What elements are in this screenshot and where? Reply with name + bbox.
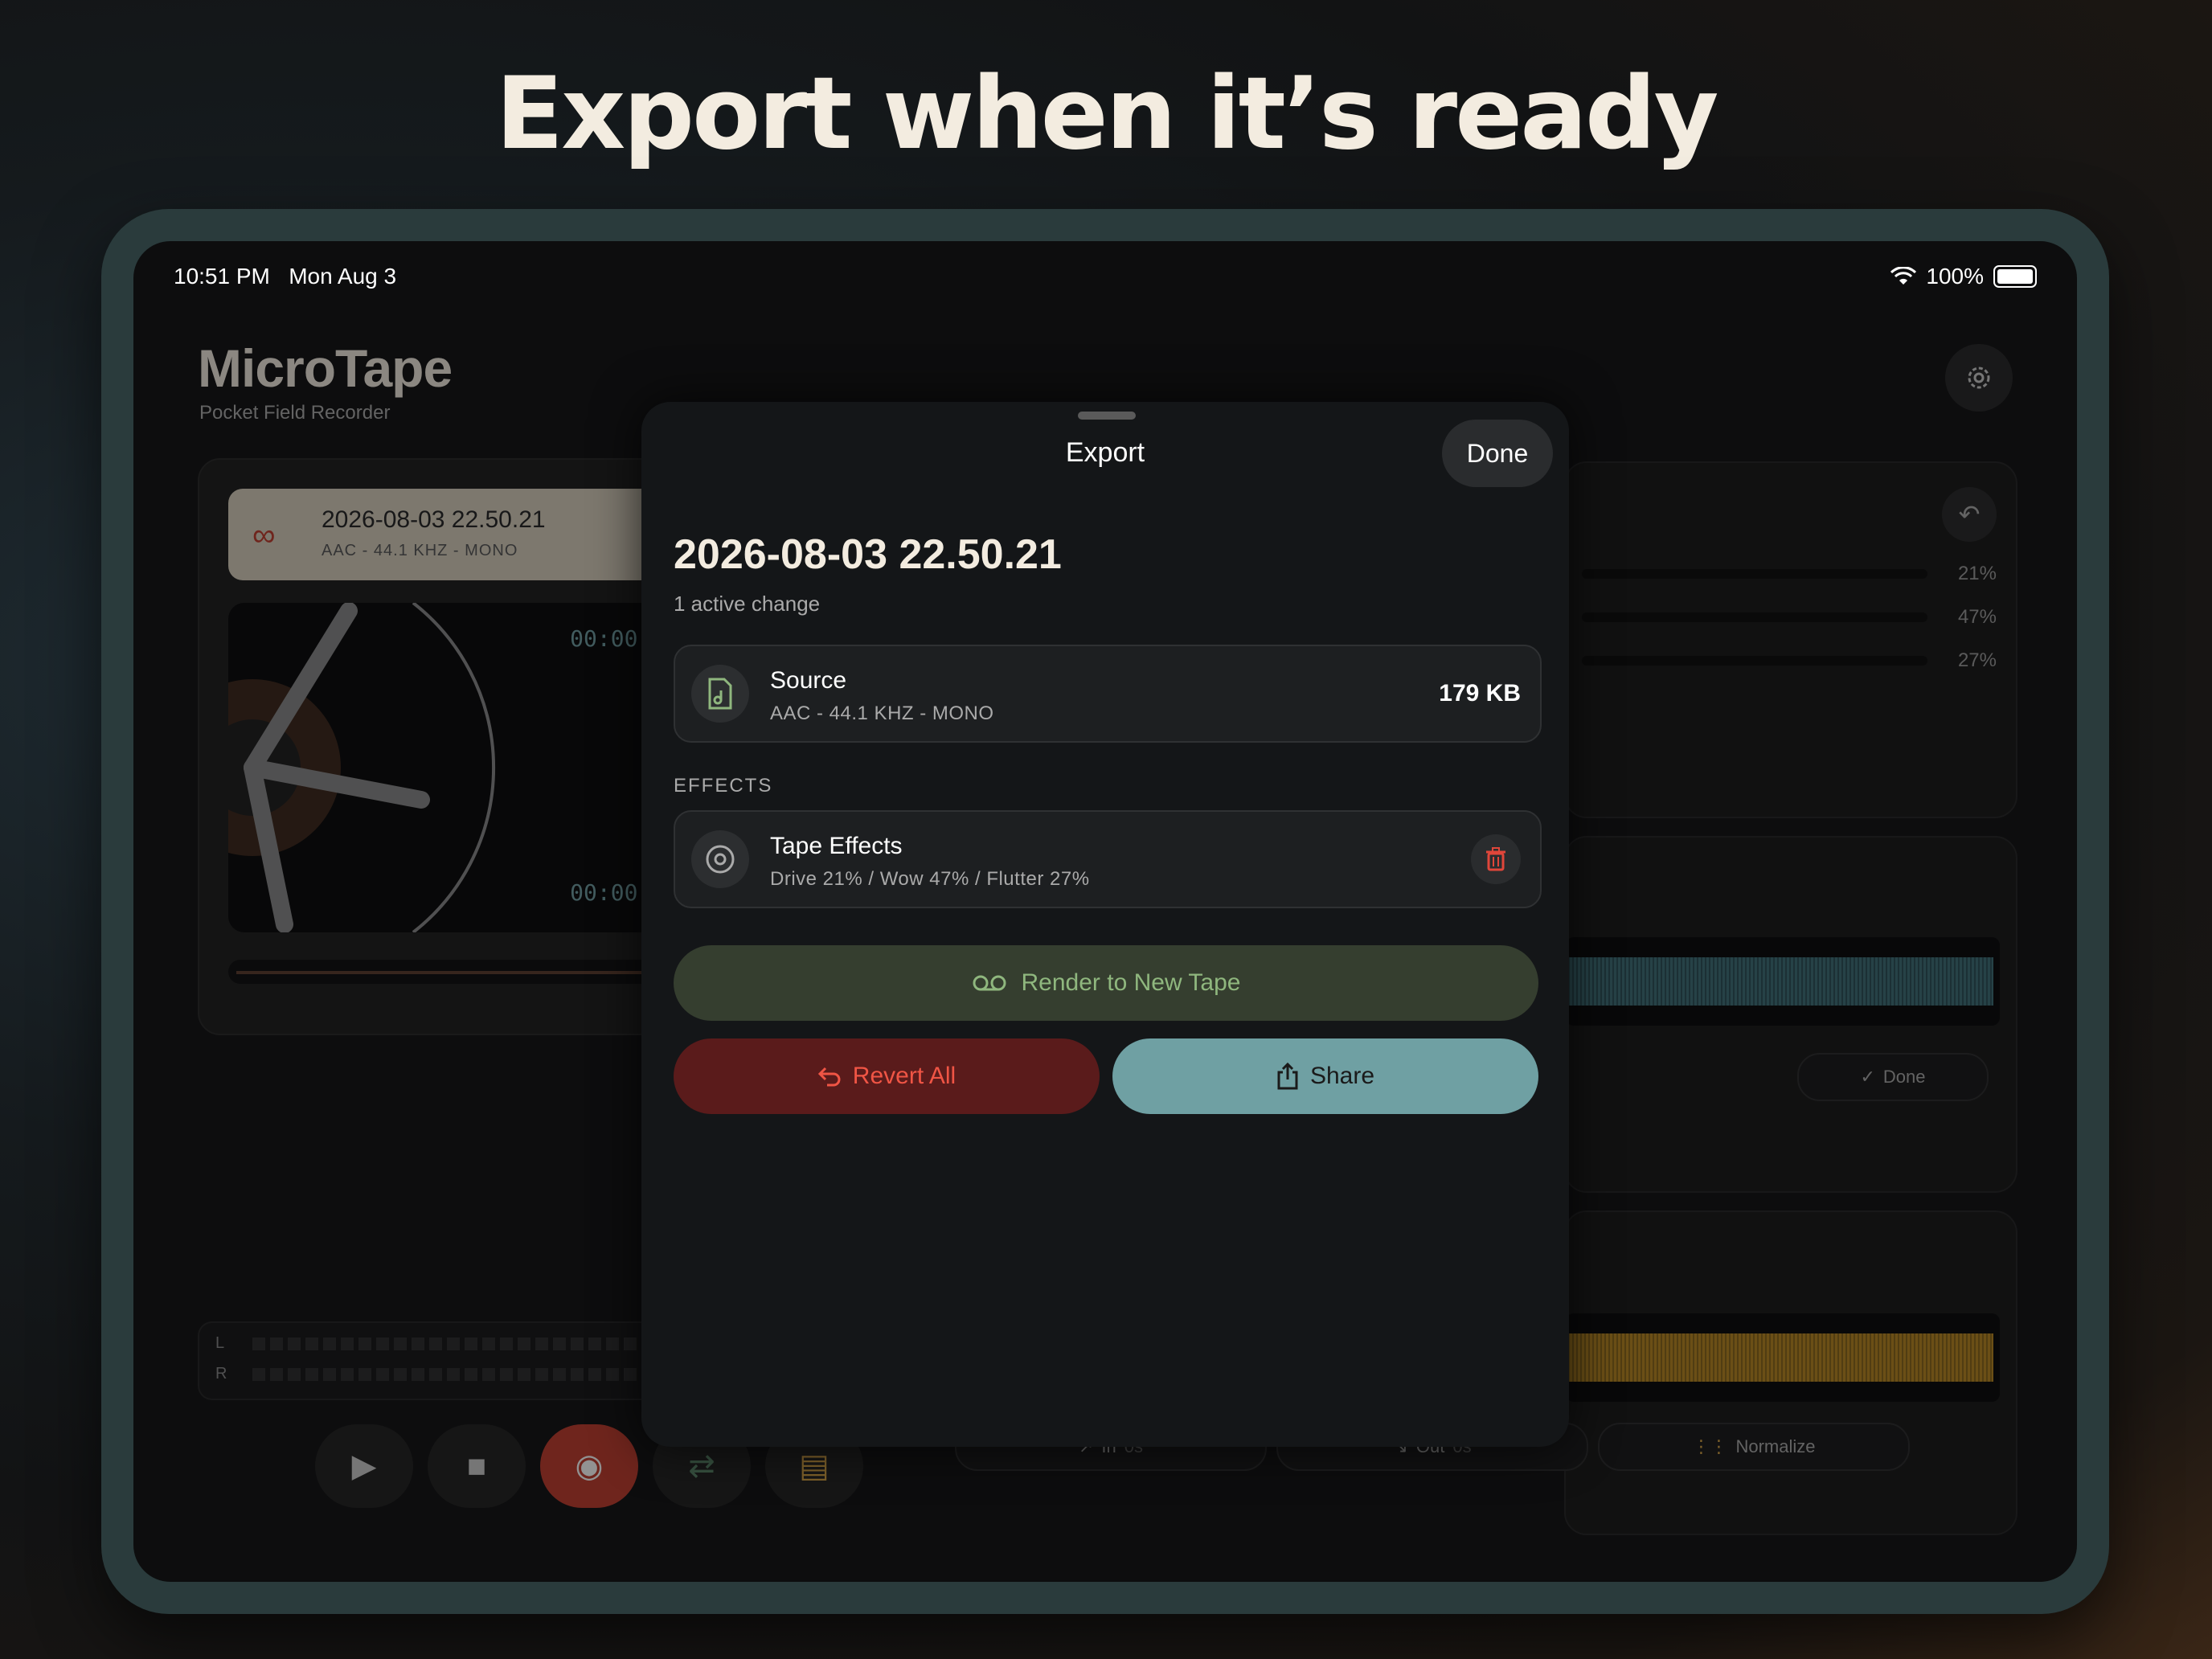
recorder-panel: ∞ 2026-08-03 22.50.21 AAC - 44.1 KHZ - M… bbox=[198, 458, 715, 1035]
tape-reel: 00:00:15 00:00:15 bbox=[228, 603, 678, 932]
play-icon: ▶ bbox=[351, 1448, 377, 1484]
trim-waveform[interactable] bbox=[1566, 937, 2000, 1026]
current-tape-card[interactable]: ∞ 2026-08-03 22.50.21 AAC - 44.1 KHZ - M… bbox=[228, 489, 678, 580]
undo-button[interactable]: ↶ bbox=[1942, 487, 1997, 542]
level-meter: L R bbox=[198, 1321, 715, 1400]
fade-waveform[interactable] bbox=[1566, 1313, 2000, 1402]
tape-meta: AAC - 44.1 KHZ - MONO bbox=[322, 542, 518, 559]
app-title: MicroTape bbox=[198, 338, 453, 398]
share-label: Share bbox=[1309, 1063, 1375, 1089]
revert-all-button[interactable]: Revert All bbox=[674, 1038, 1100, 1114]
app-subtitle: Pocket Field Recorder bbox=[199, 402, 391, 424]
normalize-label: Normalize bbox=[1735, 1436, 1816, 1456]
undo-icon: ↶ bbox=[1958, 500, 1981, 529]
meter-label-right: R bbox=[215, 1365, 227, 1382]
flutter-value: 27% bbox=[1957, 649, 1997, 671]
tape-effects-title: Tape Effects bbox=[770, 833, 903, 859]
stop-button[interactable]: ■ bbox=[428, 1424, 526, 1508]
trash-icon bbox=[1486, 847, 1505, 871]
source-size: 179 KB bbox=[1439, 680, 1521, 707]
play-button[interactable]: ▶ bbox=[315, 1424, 413, 1508]
tape-icon bbox=[973, 975, 1006, 991]
source-title: Source bbox=[770, 667, 847, 694]
drive-value: 21% bbox=[1957, 563, 1997, 584]
source-card: Source AAC - 44.1 KHZ - MONO 179 KB bbox=[674, 645, 1542, 743]
audio-file-icon bbox=[691, 665, 749, 723]
waveform-fill bbox=[1566, 1333, 1993, 1382]
tape-icon: ∞ bbox=[252, 518, 276, 553]
change-count: 1 active change bbox=[674, 592, 821, 616]
marketing-headline: Export when it’s ready bbox=[495, 56, 1719, 172]
fade-panel: ↗ In 0s ↘ Out 0s ⋮⋮ Normalize bbox=[955, 1210, 2017, 1535]
effects-panel: ↶ 21% 47% 27% bbox=[1564, 461, 2017, 818]
sheet-title: Export bbox=[1065, 437, 1145, 468]
done-button[interactable]: Done bbox=[1442, 420, 1553, 487]
wow-value: 47% bbox=[1957, 606, 1997, 628]
delete-effects-button[interactable] bbox=[1471, 834, 1521, 884]
tablet-frame: 10:51 PM Mon Aug 3 100% MicroTape Pocket… bbox=[101, 209, 2109, 1614]
record-button[interactable]: ◉ bbox=[540, 1424, 638, 1508]
meter-bars-left bbox=[252, 1337, 706, 1350]
trim-panel: ✓ Done bbox=[1564, 836, 2017, 1193]
tape-effects-icon bbox=[691, 830, 749, 888]
stop-icon: ■ bbox=[466, 1448, 487, 1484]
share-button[interactable]: Share bbox=[1112, 1038, 1538, 1114]
revert-label: Revert All bbox=[852, 1063, 956, 1089]
source-meta: AAC - 44.1 KHZ - MONO bbox=[770, 703, 994, 724]
trim-done-label: Done bbox=[1882, 1067, 1926, 1087]
sheet-grabber[interactable] bbox=[1078, 412, 1136, 420]
tray-icon: ▤ bbox=[799, 1448, 830, 1484]
settings-button[interactable] bbox=[1945, 344, 2013, 412]
wow-slider[interactable] bbox=[1582, 612, 1927, 622]
screen: 10:51 PM Mon Aug 3 100% MicroTape Pocket… bbox=[133, 241, 2077, 1582]
waveform-icon: ⋮⋮ bbox=[1692, 1436, 1728, 1456]
meter-label-left: L bbox=[215, 1334, 225, 1352]
waveform-fill bbox=[1566, 957, 1993, 1006]
render-label: Render to New Tape bbox=[1021, 969, 1241, 996]
tape-effects-card: Tape Effects Drive 21% / Wow 47% / Flutt… bbox=[674, 810, 1542, 908]
flutter-slider[interactable] bbox=[1582, 656, 1927, 666]
recording-title: 2026-08-03 22.50.21 bbox=[674, 531, 1062, 578]
export-sheet: Export Done 2026-08-03 22.50.21 1 active… bbox=[641, 402, 1569, 1447]
tape-name: 2026-08-03 22.50.21 bbox=[322, 506, 546, 533]
revert-icon bbox=[817, 1067, 841, 1087]
share-icon bbox=[1277, 1063, 1298, 1090]
gear-icon bbox=[1968, 367, 1990, 389]
loop-icon: ⇄ bbox=[688, 1448, 715, 1484]
record-icon: ◉ bbox=[575, 1448, 604, 1484]
scrub-bar[interactable] bbox=[228, 960, 678, 984]
effects-header: EFFECTS bbox=[674, 775, 773, 797]
trim-done-button[interactable]: ✓ Done bbox=[1797, 1053, 1989, 1101]
tape-effects-meta: Drive 21% / Wow 47% / Flutter 27% bbox=[770, 868, 1090, 890]
meter-bars-right bbox=[252, 1368, 706, 1381]
drive-slider[interactable] bbox=[1582, 569, 1927, 579]
normalize-button[interactable]: ⋮⋮ Normalize bbox=[1598, 1423, 1910, 1471]
render-to-new-tape-button[interactable]: Render to New Tape bbox=[674, 945, 1538, 1021]
check-icon: ✓ bbox=[1860, 1067, 1875, 1087]
